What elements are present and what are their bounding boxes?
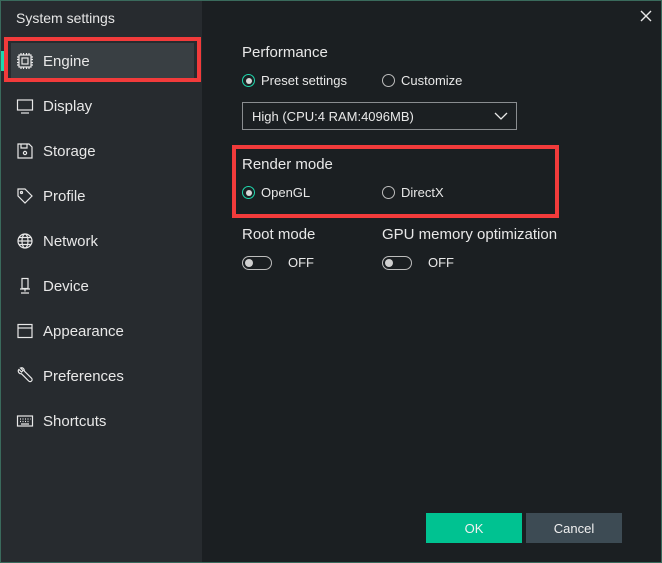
root-mode-toggle[interactable]: OFF (242, 255, 314, 270)
monitor-icon (16, 97, 34, 115)
globe-icon (16, 232, 34, 250)
sidebar-item-storage[interactable]: Storage (1, 133, 202, 169)
performance-preset-select[interactable]: High (CPU:4 RAM:4096MB) (242, 102, 517, 130)
sidebar-item-label: Profile (43, 187, 86, 205)
sidebar-item-label: Engine (43, 52, 90, 70)
toggle-track (242, 255, 272, 270)
directx-radio[interactable]: DirectX (382, 185, 444, 200)
radio-circle (382, 74, 395, 87)
wrench-icon (16, 367, 34, 385)
toggle-track (382, 255, 412, 270)
gpu-memory-toggle[interactable]: OFF (382, 255, 454, 270)
render-mode-label: Render mode (242, 156, 333, 173)
tag-icon (16, 187, 34, 205)
sidebar-item-network[interactable]: Network (1, 223, 202, 259)
toggle-state: OFF (288, 255, 314, 270)
close-icon (640, 10, 652, 22)
sidebar-item-preferences[interactable]: Preferences (1, 358, 202, 394)
close-button[interactable] (638, 8, 654, 24)
sidebar-item-engine[interactable]: Engine (11, 43, 194, 79)
sidebar-item-appearance[interactable]: Appearance (1, 313, 202, 349)
sidebar-item-shortcuts[interactable]: Shortcuts (1, 403, 202, 439)
sidebar-item-label: Shortcuts (43, 412, 107, 430)
floppy-disk-icon (16, 142, 34, 160)
radio-label: OpenGL (261, 185, 311, 200)
cancel-button[interactable]: Cancel (526, 513, 622, 543)
sidebar-item-label: Preferences (43, 367, 124, 385)
opengl-radio[interactable]: OpenGL (242, 185, 310, 200)
radio-circle (242, 186, 255, 199)
gpu-memory-label: GPU memory optimization (382, 226, 558, 243)
sidebar-item-label: Storage (43, 142, 96, 160)
root-mode-label: Root mode (242, 226, 316, 243)
radio-label: Preset settings (261, 73, 347, 88)
ok-button[interactable]: OK (426, 513, 522, 543)
sidebar-item-label: Appearance (43, 322, 124, 340)
settings-window: System settings Engine Display Storage P (0, 0, 662, 563)
keyboard-icon (16, 412, 34, 430)
radio-circle (382, 186, 395, 199)
toggle-state: OFF (428, 255, 454, 270)
radio-label: Customize (401, 73, 463, 88)
sidebar-item-label: Device (43, 277, 89, 295)
customize-radio[interactable]: Customize (382, 73, 462, 88)
sidebar: System settings Engine Display Storage P (1, 1, 202, 562)
chip-icon (16, 52, 34, 70)
device-icon (16, 277, 34, 295)
preset-settings-radio[interactable]: Preset settings (242, 73, 347, 88)
chevron-down-icon (494, 112, 508, 120)
window-title: System settings (16, 10, 115, 26)
sidebar-item-display[interactable]: Display (1, 88, 202, 124)
radio-circle (242, 74, 255, 87)
window-icon (16, 322, 34, 340)
sidebar-item-profile[interactable]: Profile (1, 178, 202, 214)
sidebar-item-label: Network (43, 232, 99, 250)
performance-label: Performance (242, 44, 328, 61)
sidebar-item-label: Display (43, 97, 93, 115)
active-indicator (1, 51, 5, 71)
radio-label: DirectX (401, 185, 444, 200)
sidebar-item-device[interactable]: Device (1, 268, 202, 304)
select-value: High (CPU:4 RAM:4096MB) (252, 108, 414, 124)
